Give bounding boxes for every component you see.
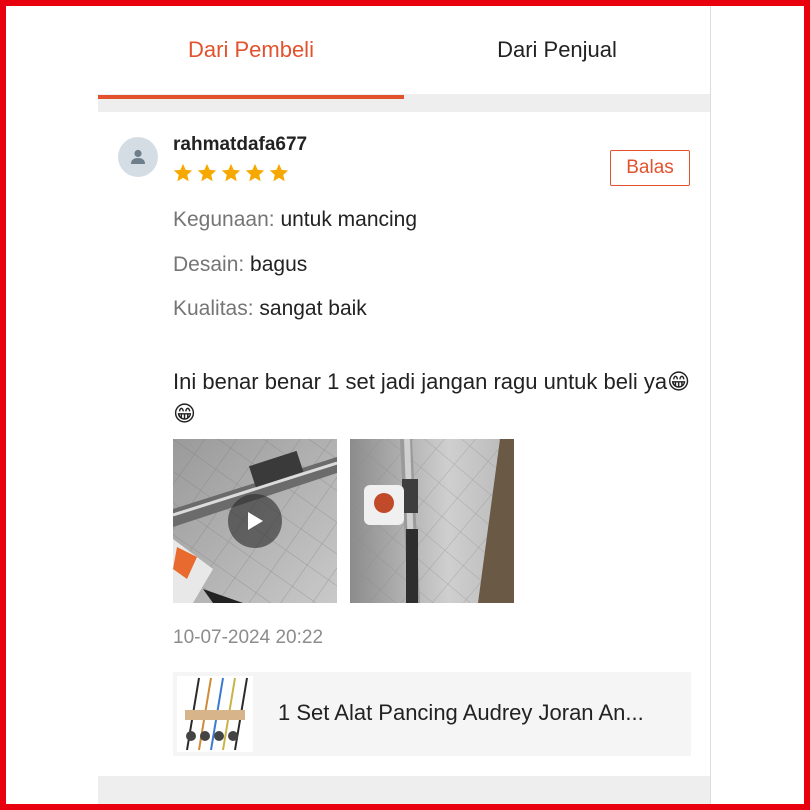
reviewer-username: rahmatdafa677 bbox=[173, 134, 308, 155]
star-icon bbox=[221, 163, 241, 182]
reply-button[interactable]: Balas bbox=[610, 150, 690, 186]
product-thumbnail bbox=[177, 676, 253, 752]
attribute-key: Desain: bbox=[173, 253, 245, 276]
attribute-design: Desain: bagus bbox=[173, 253, 307, 277]
attribute-key: Kualitas: bbox=[173, 297, 254, 320]
review-text: Ini benar benar 1 set jadi jangan ragu u… bbox=[173, 369, 691, 426]
review-photo-thumbnail[interactable] bbox=[350, 439, 514, 603]
star-icon bbox=[245, 163, 265, 182]
attribute-key: Kegunaan: bbox=[173, 208, 275, 231]
section-divider bbox=[98, 776, 710, 804]
play-icon bbox=[248, 512, 263, 530]
star-icon bbox=[269, 163, 289, 182]
right-gutter bbox=[710, 6, 805, 804]
star-icon bbox=[173, 163, 193, 182]
attribute-value: bagus bbox=[250, 253, 308, 276]
avatar[interactable] bbox=[118, 137, 158, 177]
product-title: 1 Set Alat Pancing Audrey Joran An... bbox=[278, 700, 644, 725]
product-card[interactable]: 1 Set Alat Pancing Audrey Joran An... bbox=[173, 672, 691, 756]
attribute-usage: Kegunaan: untuk mancing bbox=[173, 208, 417, 232]
review-timestamp: 10-07-2024 20:22 bbox=[173, 627, 324, 648]
user-silhouette-icon bbox=[131, 149, 145, 164]
star-icon bbox=[197, 163, 217, 182]
review-photo-image bbox=[350, 439, 514, 603]
review-video-thumbnail[interactable] bbox=[173, 439, 337, 603]
tab-bar: Dari Pembeli Dari Penjual bbox=[98, 6, 710, 94]
review-panel: Dari Pembeli Dari Penjual rahmatdafa677 … bbox=[98, 6, 710, 804]
tab-from-seller[interactable]: Dari Penjual bbox=[404, 6, 710, 94]
attribute-value: untuk mancing bbox=[280, 208, 418, 231]
attribute-quality: Kualitas: sangat baik bbox=[173, 297, 367, 321]
play-button[interactable] bbox=[228, 494, 282, 548]
product-image bbox=[177, 676, 253, 752]
attribute-value: sangat baik bbox=[259, 297, 367, 320]
tab-from-buyer[interactable]: Dari Pembeli bbox=[98, 6, 404, 94]
left-gutter bbox=[6, 6, 98, 804]
rating-stars bbox=[172, 162, 290, 184]
active-tab-indicator bbox=[98, 95, 404, 99]
